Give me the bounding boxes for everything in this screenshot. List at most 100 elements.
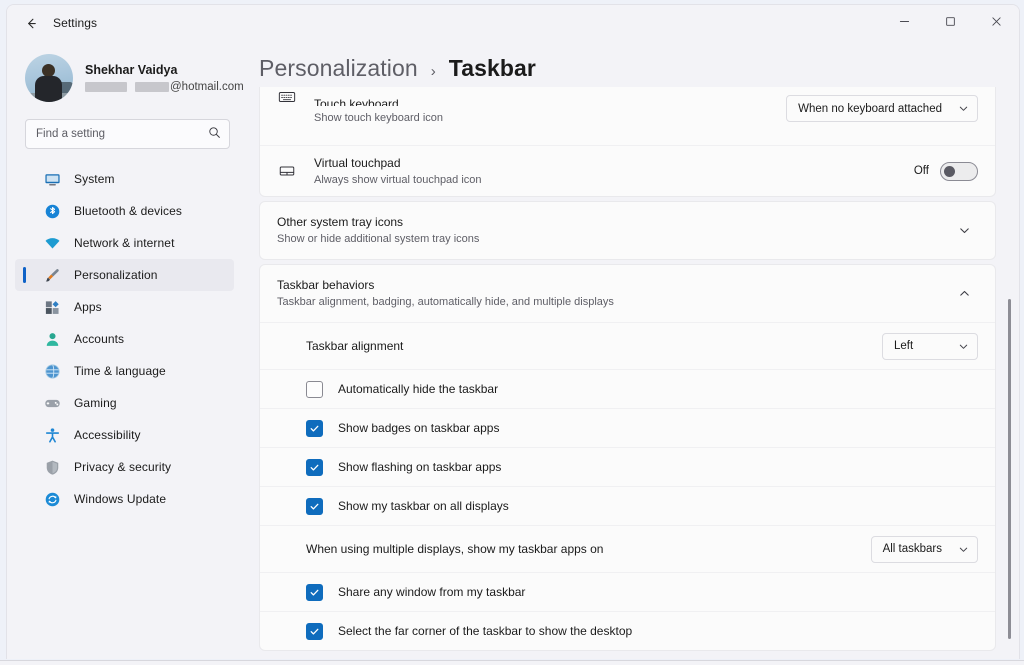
- avatar: [25, 54, 73, 102]
- close-button[interactable]: [973, 5, 1019, 38]
- setting-row-virtual-touchpad[interactable]: Virtual touchpad Always show virtual tou…: [260, 145, 995, 196]
- show-flashing-checkbox[interactable]: [306, 459, 323, 476]
- redacted-email-part-1: [85, 82, 127, 92]
- user-profile[interactable]: Shekhar Vaidya @hotmail.com: [25, 51, 244, 105]
- share-any-window-checkbox[interactable]: [306, 584, 323, 601]
- monitor-icon: [43, 170, 61, 188]
- setting-multiple-displays-apps[interactable]: When using multiple displays, show my ta…: [260, 525, 995, 572]
- sidebar-item-privacy-security[interactable]: Privacy & security: [15, 451, 234, 483]
- sidebar-item-personalization[interactable]: Personalization: [15, 259, 234, 291]
- touchpad-icon: [277, 161, 297, 181]
- sidebar-item-accessibility[interactable]: Accessibility: [15, 419, 234, 451]
- section-subtitle: Taskbar alignment, badging, automaticall…: [277, 295, 950, 309]
- other-system-tray-icons-expander[interactable]: Other system tray icons Show or hide add…: [260, 202, 995, 259]
- settings-window: Settings: [6, 4, 1020, 659]
- sidebar-item-apps[interactable]: Apps: [15, 291, 234, 323]
- section-title: Taskbar behaviors: [277, 278, 950, 293]
- profile-email: @hotmail.com: [85, 81, 244, 93]
- scrollbar-thumb[interactable]: [1008, 299, 1011, 639]
- person-icon: [43, 330, 61, 348]
- sidebar-item-label: System: [74, 172, 115, 186]
- dropdown-value: All taskbars: [883, 543, 942, 555]
- search-container: [25, 119, 230, 149]
- row-text: Other system tray icons Show or hide add…: [277, 215, 950, 246]
- row-title: Touch keyboard: [314, 97, 978, 106]
- taskbar-alignment-dropdown[interactable]: Left: [882, 333, 978, 360]
- checkbox-label: Share any window from my taskbar: [338, 585, 525, 599]
- setting-show-flashing[interactable]: Show flashing on taskbar apps: [260, 447, 995, 486]
- setting-label: When using multiple displays, show my ta…: [306, 542, 871, 556]
- profile-name: Shekhar Vaidya: [85, 63, 244, 78]
- other-system-tray-icons-card: Other system tray icons Show or hide add…: [259, 201, 996, 260]
- sidebar-item-label: Privacy & security: [74, 460, 171, 474]
- row-text: Taskbar behaviors Taskbar alignment, bad…: [277, 278, 950, 309]
- row-text: Touch keyboard: [314, 98, 978, 107]
- auto-hide-taskbar-checkbox[interactable]: [306, 381, 323, 398]
- redacted-email-part-2: [135, 82, 169, 92]
- search-input[interactable]: [25, 119, 230, 149]
- setting-auto-hide-taskbar[interactable]: Automatically hide the taskbar: [260, 369, 995, 408]
- shield-icon: [43, 458, 61, 476]
- email-domain: @hotmail.com: [170, 81, 244, 93]
- window-title: Settings: [53, 16, 97, 30]
- content-scrollbar[interactable]: [1004, 87, 1014, 659]
- sidebar: Shekhar Vaidya @hotmail.com: [7, 41, 244, 659]
- setting-taskbar-alignment[interactable]: Taskbar alignment Left: [260, 322, 995, 369]
- chevron-up-icon[interactable]: [950, 280, 978, 308]
- page-title: Taskbar: [449, 55, 536, 82]
- sidebar-nav: System Bluetooth & devices: [7, 163, 244, 515]
- sidebar-item-gaming[interactable]: Gaming: [15, 387, 234, 419]
- breadcrumb-parent[interactable]: Personalization: [259, 55, 418, 82]
- row-subtitle: Show touch keyboard icon: [314, 111, 774, 125]
- show-badges-checkbox[interactable]: [306, 420, 323, 437]
- sidebar-item-label: Accessibility: [74, 428, 141, 442]
- far-corner-show-desktop-checkbox[interactable]: [306, 623, 323, 640]
- row-text: Virtual touchpad Always show virtual tou…: [314, 156, 902, 187]
- spacer-icon: [277, 111, 297, 131]
- setting-label: Taskbar alignment: [306, 339, 882, 353]
- sidebar-item-label: Apps: [74, 300, 102, 314]
- row-title: Virtual touchpad: [314, 156, 902, 171]
- virtual-touchpad-toggle[interactable]: [940, 162, 978, 181]
- setting-taskbar-all-displays[interactable]: Show my taskbar on all displays: [260, 486, 995, 525]
- sidebar-item-time-language[interactable]: Time & language: [15, 355, 234, 387]
- checkbox-label: Show flashing on taskbar apps: [338, 460, 501, 474]
- sidebar-item-accounts[interactable]: Accounts: [15, 323, 234, 355]
- chevron-down-icon[interactable]: [950, 217, 978, 245]
- breadcrumb-separator: ›: [431, 63, 436, 80]
- settings-scroll-area: Touch keyboard Show touch keyboard icon …: [259, 87, 1019, 659]
- apps-icon: [43, 298, 61, 316]
- sidebar-item-system[interactable]: System: [15, 163, 234, 195]
- setting-share-any-window[interactable]: Share any window from my taskbar: [260, 572, 995, 611]
- checkbox-label: Show my taskbar on all displays: [338, 499, 509, 513]
- row-control: Off: [914, 162, 978, 181]
- content-pane: Personalization › Taskbar: [244, 41, 1019, 659]
- window-controls: [881, 5, 1019, 41]
- taskbar-all-displays-checkbox[interactable]: [306, 498, 323, 515]
- accessibility-icon: [43, 426, 61, 444]
- sidebar-item-windows-update[interactable]: Windows Update: [15, 483, 234, 515]
- taskbar-behaviors-card: Taskbar behaviors Taskbar alignment, bad…: [259, 264, 996, 651]
- multiple-displays-apps-dropdown[interactable]: All taskbars: [871, 536, 978, 563]
- toggle-knob: [944, 166, 955, 177]
- setting-far-corner-show-desktop[interactable]: Select the far corner of the taskbar to …: [260, 611, 995, 650]
- minimize-button[interactable]: [881, 5, 927, 38]
- sidebar-item-label: Gaming: [74, 396, 117, 410]
- sidebar-item-label: Bluetooth & devices: [74, 204, 182, 218]
- maximize-button[interactable]: [927, 5, 973, 38]
- sidebar-item-label: Time & language: [74, 364, 166, 378]
- update-icon: [43, 490, 61, 508]
- setting-row-touch-keyboard-detail[interactable]: Show touch keyboard icon When no keyboar…: [260, 111, 995, 145]
- checkbox-label: Automatically hide the taskbar: [338, 382, 498, 396]
- chevron-down-icon: [958, 544, 969, 555]
- wifi-icon: [43, 234, 61, 252]
- sidebar-item-bluetooth-devices[interactable]: Bluetooth & devices: [15, 195, 234, 227]
- taskbar-behaviors-expander[interactable]: Taskbar behaviors Taskbar alignment, bad…: [260, 265, 995, 322]
- sidebar-item-network-internet[interactable]: Network & internet: [15, 227, 234, 259]
- back-button[interactable]: [15, 8, 47, 38]
- window-body: Shekhar Vaidya @hotmail.com: [7, 41, 1019, 659]
- paintbrush-icon: [43, 266, 61, 284]
- setting-show-badges[interactable]: Show badges on taskbar apps: [260, 408, 995, 447]
- bluetooth-icon: [43, 202, 61, 220]
- section-subtitle: Show or hide additional system tray icon…: [277, 232, 950, 246]
